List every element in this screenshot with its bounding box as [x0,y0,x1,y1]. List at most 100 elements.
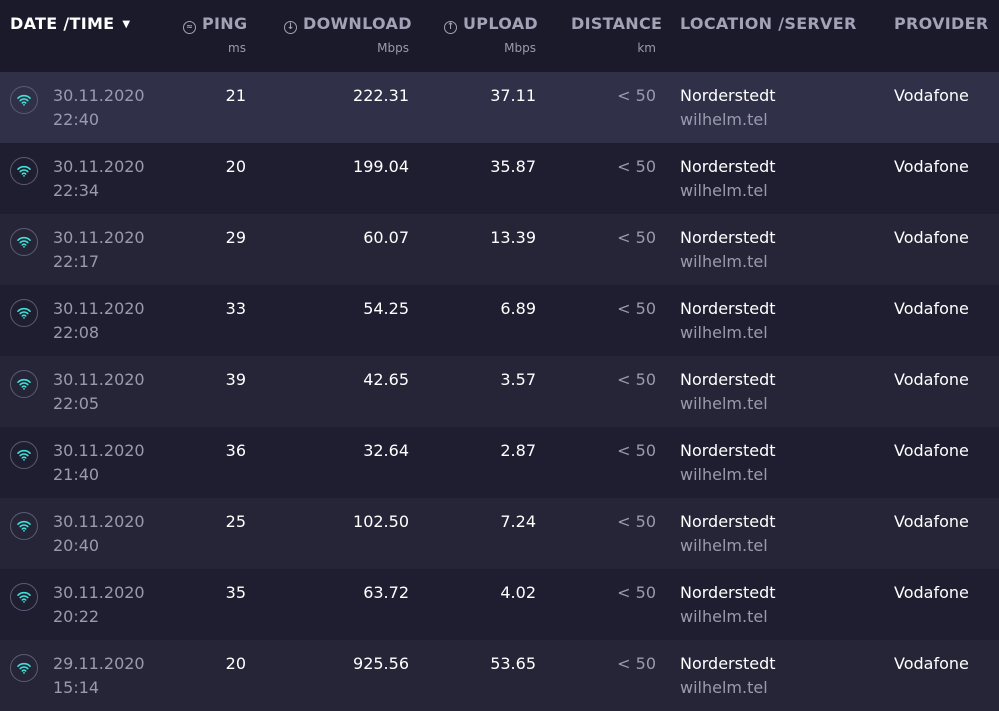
result-time: 22:40 [53,110,100,129]
result-server: wilhelm.tel [680,536,768,555]
table-row[interactable]: 30.11.2020 22:17 29 60.07 13.39 < 50 Nor… [0,214,999,285]
result-server: wilhelm.tel [680,465,768,484]
table-body: 30.11.2020 22:40 21 222.31 37.11 < 50 No… [0,72,999,711]
result-ping: 21 [225,86,246,105]
result-upload: 7.24 [500,512,536,531]
column-provider[interactable]: PROVIDER [894,14,989,33]
result-location: Norderstedt [680,86,776,105]
result-provider: Vodafone [894,441,969,460]
result-upload: 35.87 [490,157,536,176]
upload-arrow-icon: ↑ [444,21,457,34]
column-ping-unit: ms [228,41,246,55]
result-upload: 13.39 [490,228,536,247]
result-distance: < 50 [617,370,656,389]
column-date-time-label: DATE /TIME [10,14,115,33]
result-download: 60.07 [363,228,409,247]
download-arrow-icon: ↓ [284,21,297,34]
table-row[interactable]: 30.11.2020 22:40 21 222.31 37.11 < 50 No… [0,72,999,143]
table-row[interactable]: 30.11.2020 20:40 25 102.50 7.24 < 50 Nor… [0,498,999,569]
result-ping: 35 [225,583,246,602]
result-provider: Vodafone [894,512,969,531]
ping-icon: ≈ [183,21,196,34]
table-row[interactable]: 30.11.2020 20:22 35 63.72 4.02 < 50 Nord… [0,569,999,640]
result-date: 30.11.2020 [53,512,145,531]
table-row[interactable]: 30.11.2020 22:34 20 199.04 35.87 < 50 No… [0,143,999,214]
wifi-icon [10,583,38,611]
result-server: wilhelm.tel [680,607,768,626]
wifi-icon [10,86,38,114]
result-time: 21:40 [53,465,100,484]
result-location: Norderstedt [680,654,776,673]
wifi-icon [10,654,38,682]
result-upload: 3.57 [500,370,536,389]
result-date: 30.11.2020 [53,157,145,176]
column-date-time[interactable]: DATE /TIME ▼ [10,14,130,33]
result-server: wilhelm.tel [680,394,768,413]
result-ping: 29 [225,228,246,247]
result-server: wilhelm.tel [680,323,768,342]
result-date: 30.11.2020 [53,441,145,460]
table-row[interactable]: 30.11.2020 22:05 39 42.65 3.57 < 50 Nord… [0,356,999,427]
sort-desc-icon: ▼ [122,19,131,30]
result-date: 29.11.2020 [53,654,145,673]
result-upload: 53.65 [490,654,536,673]
result-time: 22:05 [53,394,100,413]
result-provider: Vodafone [894,157,969,176]
result-provider: Vodafone [894,86,969,105]
result-location: Norderstedt [680,583,776,602]
result-ping: 25 [225,512,246,531]
result-distance: < 50 [617,583,656,602]
result-date: 30.11.2020 [53,228,145,247]
result-download: 54.25 [363,299,409,318]
column-distance[interactable]: DISTANCE [571,14,662,33]
column-download-label: DOWNLOAD [303,14,412,33]
result-distance: < 50 [617,157,656,176]
column-download[interactable]: ↓ DOWNLOAD [284,14,412,34]
column-ping-label: PING [202,14,248,33]
result-location: Norderstedt [680,441,776,460]
wifi-icon [10,228,38,256]
result-download: 199.04 [353,157,409,176]
result-distance: < 50 [617,654,656,673]
result-distance: < 50 [617,299,656,318]
result-server: wilhelm.tel [680,678,768,697]
result-provider: Vodafone [894,299,969,318]
wifi-icon [10,299,38,327]
result-download: 222.31 [353,86,409,105]
wifi-icon [10,370,38,398]
result-time: 20:40 [53,536,100,555]
wifi-icon [10,441,38,469]
column-ping[interactable]: ≈ PING [183,14,247,34]
result-location: Norderstedt [680,512,776,531]
table-row[interactable]: 30.11.2020 21:40 36 32.64 2.87 < 50 Nord… [0,427,999,498]
result-distance: < 50 [617,228,656,247]
wifi-icon [10,512,38,540]
column-upload[interactable]: ↑ UPLOAD [444,14,538,34]
result-date: 30.11.2020 [53,299,145,318]
column-location-server[interactable]: LOCATION /SERVER [680,14,857,33]
result-location: Norderstedt [680,157,776,176]
result-ping: 33 [225,299,246,318]
result-location: Norderstedt [680,299,776,318]
result-server: wilhelm.tel [680,181,768,200]
result-download: 63.72 [363,583,409,602]
result-download: 102.50 [353,512,409,531]
column-upload-unit: Mbps [504,41,536,55]
wifi-icon [10,157,38,185]
column-upload-label: UPLOAD [463,14,538,33]
result-download: 42.65 [363,370,409,389]
result-download: 32.64 [363,441,409,460]
result-upload: 6.89 [500,299,536,318]
table-row[interactable]: 29.11.2020 15:14 20 925.56 53.65 < 50 No… [0,640,999,711]
result-date: 30.11.2020 [53,86,145,105]
result-ping: 20 [225,654,246,673]
result-ping: 20 [225,157,246,176]
result-distance: < 50 [617,441,656,460]
result-distance: < 50 [617,512,656,531]
result-provider: Vodafone [894,370,969,389]
table-header: DATE /TIME ▼ ≈ PING ms ↓ DOWNLOAD Mbps ↑ UPL… [0,0,999,73]
table-row[interactable]: 30.11.2020 22:08 33 54.25 6.89 < 50 Nord… [0,285,999,356]
result-time: 22:17 [53,252,100,271]
result-provider: Vodafone [894,228,969,247]
result-provider: Vodafone [894,654,969,673]
